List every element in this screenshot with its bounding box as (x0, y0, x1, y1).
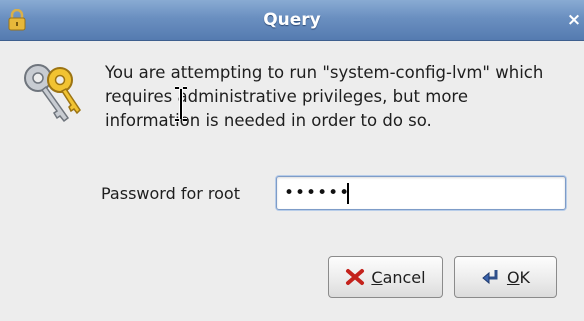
ok-mnemonic: O (506, 267, 520, 287)
cancel-label-rest: ancel (382, 267, 426, 287)
ok-label: OK (507, 268, 530, 287)
cancel-mnemonic: C (371, 267, 383, 287)
title-bar[interactable]: Query × (0, 0, 584, 41)
ok-button[interactable]: OK (454, 256, 557, 298)
password-field[interactable] (276, 176, 566, 210)
cancel-button[interactable]: Cancel (328, 256, 443, 298)
enter-arrow-icon (482, 270, 498, 285)
window-title: Query (263, 10, 321, 30)
keys-icon (24, 64, 81, 123)
password-label: Password for root (101, 184, 240, 203)
cancel-icon (346, 269, 365, 285)
text-cursor-icon (175, 86, 187, 122)
ok-label-rest: K (519, 267, 531, 287)
close-icon[interactable]: × (564, 4, 584, 36)
text-caret (347, 183, 349, 204)
message-line: You are attempting to run "system-config… (105, 63, 544, 82)
cancel-label: Cancel (371, 268, 425, 287)
